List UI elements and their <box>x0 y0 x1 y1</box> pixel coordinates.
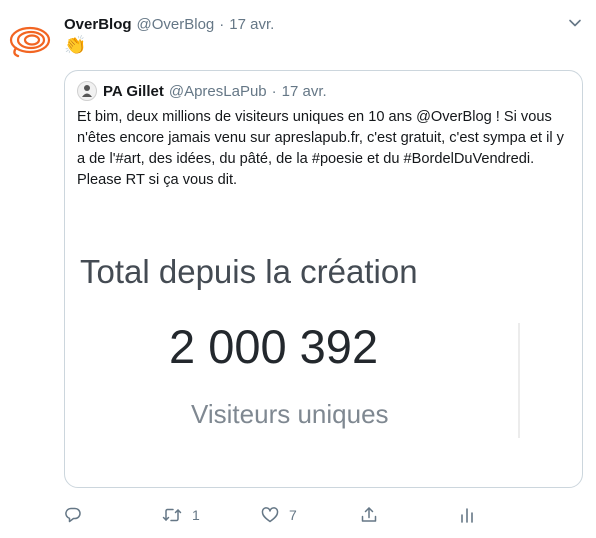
image-title: Total depuis la création <box>80 253 418 290</box>
quoted-separator-dot: · <box>271 82 277 100</box>
person-icon <box>82 85 92 97</box>
retweet-count: 1 <box>192 507 200 523</box>
retweet-button[interactable]: 1 <box>162 504 200 526</box>
quoted-tweet-header: PA Gillet @ApresLaPub · 17 avr. <box>77 81 327 101</box>
share-button[interactable] <box>360 504 378 526</box>
quoted-tweet-text: Et bim, deux millions de visiteurs uniqu… <box>77 109 564 188</box>
image-visitor-count: 2 000 392 <box>169 320 379 373</box>
quoted-tweet[interactable]: PA Gillet @ApresLaPub · 17 avr. Et bim, … <box>64 70 583 488</box>
tweet-text: 👏 <box>64 35 87 55</box>
quoted-tweet-date: 17 avr. <box>281 82 327 100</box>
image-visitor-label: Visiteurs uniques <box>191 399 389 429</box>
quoted-tweet-image[interactable]: Total depuis la création 2 000 392 Visit… <box>66 223 582 441</box>
heart-icon <box>261 507 279 523</box>
tweet-date[interactable]: 17 avr. <box>229 16 274 33</box>
author-name[interactable]: OverBlog <box>64 16 132 33</box>
reply-button[interactable] <box>64 504 92 526</box>
image-divider <box>518 323 520 438</box>
separator-dot: · <box>219 15 225 33</box>
analytics-button[interactable] <box>459 504 475 526</box>
overblog-logo-icon <box>9 26 51 58</box>
retweet-icon <box>162 508 182 522</box>
like-button[interactable]: 7 <box>261 504 297 526</box>
reply-icon <box>65 507 81 523</box>
avatar[interactable] <box>8 18 52 62</box>
quoted-avatar <box>77 81 97 101</box>
action-bar: 1 7 <box>64 504 494 526</box>
share-icon <box>361 507 377 522</box>
analytics-icon <box>461 508 473 523</box>
author-handle[interactable]: @OverBlog <box>137 16 215 33</box>
chevron-down-icon[interactable] <box>568 16 582 30</box>
like-count: 7 <box>289 507 297 523</box>
tweet-header: OverBlog @OverBlog · 17 avr. <box>64 12 576 36</box>
quoted-author-name: PA Gillet <box>103 82 164 100</box>
quoted-author-handle: @ApresLaPub <box>168 82 267 100</box>
